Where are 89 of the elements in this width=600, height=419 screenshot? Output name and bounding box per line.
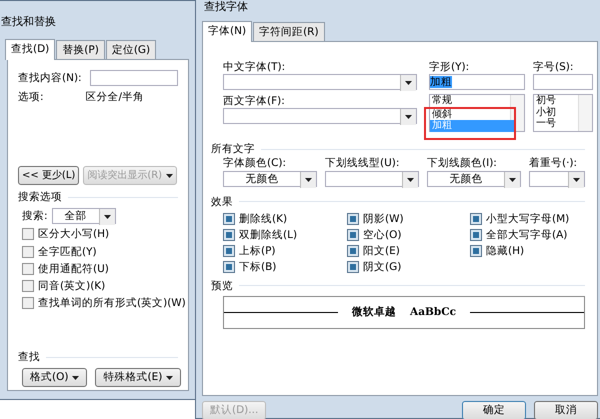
window-title: 查找字体 <box>204 0 248 14</box>
checkbox[interactable] <box>22 297 34 310</box>
checkbox[interactable] <box>347 260 359 273</box>
checkbox[interactable] <box>223 244 235 257</box>
preview-text: 微软卓越 <box>352 305 396 320</box>
checkbox-label: 空心(O) <box>363 228 402 242</box>
checkbox-label: 隐藏(H) <box>486 244 524 258</box>
checkbox[interactable] <box>347 244 359 257</box>
less-button[interactable]: << 更少(L) <box>18 166 80 186</box>
ok-button[interactable]: 确定 <box>462 401 526 419</box>
caret-icon <box>166 174 174 178</box>
checkbox[interactable] <box>223 228 235 241</box>
checkbox-label: 使用通配符(U) <box>38 262 109 276</box>
western-font-dropdown[interactable] <box>223 108 417 124</box>
checkbox-label: 查找单词的所有形式(英文)(W) <box>38 296 186 310</box>
style-field[interactable]: 加粗 <box>429 74 525 90</box>
checkbox[interactable] <box>347 212 359 225</box>
list-item[interactable]: 初号 <box>534 95 578 107</box>
field-label: 下划线颜色(I): <box>427 156 498 171</box>
field-label: 搜索: <box>22 209 48 224</box>
dropdown-field[interactable]: 无颜色 <box>427 170 521 187</box>
field-label: 字形(Y): <box>429 60 470 74</box>
caret-icon <box>405 81 412 86</box>
window-title: 查找和替换 <box>0 14 57 30</box>
chinese-font-dropdown[interactable] <box>223 74 417 90</box>
section-title: 查找 <box>18 350 40 364</box>
checkbox-label: 阴影(W) <box>363 212 404 226</box>
section-title: 预览 <box>211 278 233 293</box>
caret-icon <box>104 215 111 220</box>
checkbox-label: 下标(B) <box>239 260 276 274</box>
list-item[interactable]: 一号 <box>534 118 578 130</box>
tab[interactable]: 定位(G) <box>106 40 156 59</box>
tab[interactable]: 字符间距(R) <box>253 22 325 41</box>
checkbox[interactable] <box>347 228 359 241</box>
field-label: 字体颜色(C): <box>223 156 288 171</box>
scrollbar[interactable] <box>578 95 592 132</box>
dropdown-field[interactable] <box>325 170 419 187</box>
checkbox[interactable] <box>22 228 34 240</box>
checkbox-label: 上标(P) <box>239 244 276 258</box>
tab[interactable]: 查找(D) <box>5 39 56 60</box>
checkbox[interactable] <box>223 260 235 273</box>
checkbox-label: 小型大写字母(M) <box>486 212 570 226</box>
checkbox[interactable] <box>22 246 34 258</box>
dropdown-field[interactable]: 无颜色 <box>223 170 317 187</box>
section-title: 搜索选项 <box>18 190 62 204</box>
checkbox-label: 全字匹配(Y) <box>38 244 97 259</box>
preview-text: AaBbCc <box>410 305 456 320</box>
field-label: 中文字体(T): <box>223 60 286 74</box>
checkbox-label: 删除线(K) <box>239 212 288 226</box>
field-label: 着重号(·): <box>529 156 578 171</box>
caret-icon <box>573 178 580 182</box>
size-field[interactable] <box>533 74 593 90</box>
section-title: 效果 <box>211 194 233 209</box>
caret-icon <box>405 115 412 120</box>
checkbox[interactable] <box>223 212 235 225</box>
format-button[interactable]: 格式(O) <box>22 368 88 388</box>
field-label: 字号(S): <box>533 60 574 74</box>
search-dropdown[interactable]: 全部 <box>52 208 116 224</box>
checkbox[interactable] <box>22 262 34 275</box>
checkbox-label: 同音(英文)(K) <box>38 278 106 294</box>
list-item[interactable]: 常规 <box>430 95 510 107</box>
checkbox[interactable] <box>470 212 482 225</box>
checkbox-label: 阳文(E) <box>363 244 400 258</box>
options-value: 区分全/半角 <box>86 90 144 104</box>
checkbox[interactable] <box>470 228 482 241</box>
tab[interactable]: 字体(N) <box>202 21 252 42</box>
section-title: 所有文字 <box>211 142 255 156</box>
caret-icon <box>509 178 516 182</box>
tab[interactable]: 替换(P) <box>56 40 105 59</box>
cancel-button[interactable]: 取消 <box>534 401 598 419</box>
caret-icon <box>305 178 312 182</box>
checkbox-label: 阴文(G) <box>363 260 402 274</box>
checkbox-label: 全部大写字母(A) <box>486 228 568 242</box>
checkbox-label: 区分大小写(H) <box>38 227 110 242</box>
caret-icon <box>72 376 80 380</box>
field-label: 查找内容(N): <box>18 70 82 86</box>
field-label: 西文字体(F): <box>223 94 286 108</box>
format-button[interactable]: 特殊格式(E) <box>95 368 182 388</box>
checkbox[interactable] <box>22 280 34 292</box>
checkbox-label: 双删除线(L) <box>239 228 298 242</box>
field-label: 选项: <box>18 90 44 104</box>
list-item[interactable]: 倾斜 <box>430 108 514 120</box>
find-field[interactable] <box>90 70 178 86</box>
caret-icon <box>166 376 174 380</box>
checkbox[interactable] <box>470 244 482 257</box>
list-item[interactable]: 小初 <box>534 106 578 118</box>
caret-icon <box>407 178 414 182</box>
field-label: 下划线线型(U): <box>325 156 400 171</box>
dropdown-field[interactable] <box>529 170 585 187</box>
